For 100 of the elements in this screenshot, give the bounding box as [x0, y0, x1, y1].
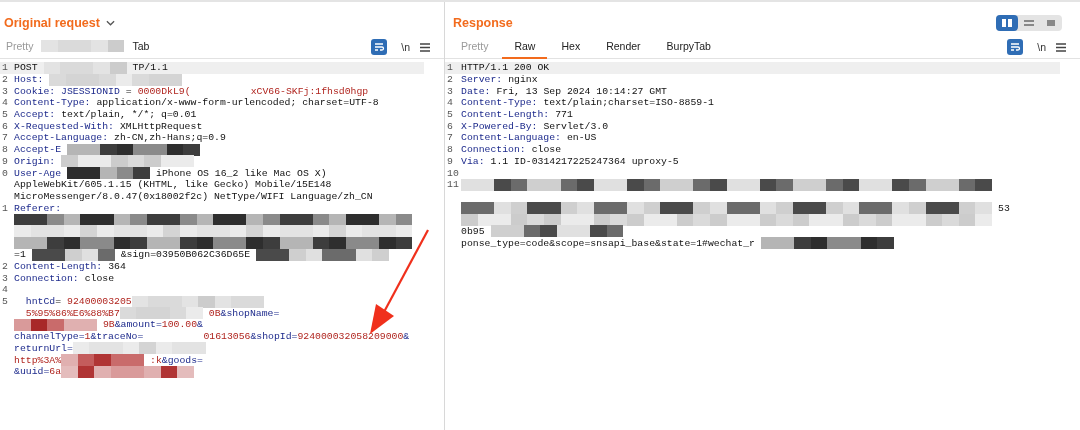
- line-number: 4: [2, 97, 8, 109]
- line-number: 1: [447, 62, 453, 74]
- code-text: nginx: [508, 74, 538, 86]
- code-text: xCV66-SKFj:1fhsd0hgp: [250, 85, 369, 97]
- menu-icon[interactable]: [1056, 42, 1066, 52]
- code-text: Connection:: [14, 272, 79, 284]
- code-text: &amount=: [114, 319, 162, 331]
- code-text: &shopId=: [250, 331, 298, 343]
- line-number: 4: [447, 97, 453, 109]
- editor-tab[interactable]: Raw: [502, 35, 548, 59]
- code-text: en-US: [566, 132, 597, 144]
- code-text: =1: [14, 249, 26, 261]
- code-text: close: [531, 144, 562, 156]
- code-text: =: [55, 296, 62, 308]
- line-number: 2: [2, 74, 8, 86]
- code-text: 1: [84, 331, 91, 343]
- editor-tab[interactable]: BurpyTab: [654, 35, 723, 59]
- code-text: &goods=: [161, 354, 203, 366]
- chevron-down-icon[interactable]: [105, 20, 115, 26]
- line-number: 6: [2, 120, 8, 132]
- editor-tab[interactable]: Tab: [130, 35, 152, 59]
- code-text: 6a: [49, 366, 62, 378]
- code-text: zh-CN,zh-Hans;q=0.9: [114, 132, 226, 144]
- code-text: returnUrl=: [14, 342, 73, 354]
- menu-icon[interactable]: [420, 42, 430, 52]
- code-text: Accept-E: [14, 144, 62, 156]
- code-text: 0000DkL9(: [137, 85, 191, 97]
- code-text: 0b95: [461, 225, 485, 237]
- line-number: 11: [447, 179, 459, 191]
- line-number: 4: [2, 284, 8, 296]
- code-text: Fri, 13 Sep 2024 10:14:27 GMT: [496, 85, 667, 97]
- newline-toggle[interactable]: \n: [401, 41, 410, 53]
- code-text: 100.00: [161, 319, 198, 331]
- line-number: 7: [2, 132, 8, 144]
- square-icon: [1046, 19, 1056, 27]
- line-number: 1: [2, 202, 8, 214]
- line-number: 3: [447, 85, 453, 97]
- code-text: Origin:: [14, 155, 56, 167]
- code-text: :k: [150, 354, 162, 366]
- line-number: 9: [447, 155, 453, 167]
- code-text: Referer:: [14, 202, 62, 214]
- line-number: 5: [447, 109, 453, 121]
- code-text: Host:: [14, 74, 44, 86]
- line-number: 2: [2, 261, 8, 273]
- code-text: iPhone OS 16_2 like Mac OS X): [156, 167, 327, 179]
- code-text: text/plain;charset=ISO-8859-1: [543, 97, 714, 109]
- editor-tab[interactable]: Hex: [549, 35, 593, 59]
- line-number: 1: [2, 62, 8, 74]
- code-text: 924000032058209000: [297, 331, 404, 343]
- line-number: 8: [2, 144, 8, 156]
- code-text: User-Age: [14, 167, 62, 179]
- code-text: &shopName=: [220, 307, 280, 319]
- panel-title: Original request: [4, 16, 100, 30]
- code-text: Servlet/3.0: [543, 120, 609, 132]
- code-text: Server:: [461, 74, 503, 86]
- line-number: 5: [2, 109, 8, 121]
- code-text: HTTP/1.1 200 OK: [461, 62, 550, 74]
- line-number: 3: [2, 272, 8, 284]
- code-text: Accept:: [14, 109, 56, 121]
- code-text: channelType=: [14, 331, 85, 343]
- code-text: AppleWebKit/605.1.15 (KHTML, like Gecko) Mobile/15E148: [14, 179, 332, 191]
- code-text: Content-Length:: [14, 261, 103, 273]
- line-number: 7: [447, 132, 453, 144]
- editor-tab[interactable]: Render: [594, 35, 653, 59]
- code-text: &: [197, 319, 203, 331]
- code-text: Content-Type:: [461, 97, 538, 109]
- newline-toggle[interactable]: \n: [1037, 41, 1046, 53]
- code-text: Content-Length:: [461, 109, 550, 121]
- code-text: &: [403, 331, 410, 343]
- code-text: Cookie: JSESSIONID: [14, 85, 120, 97]
- layout-toggle-button[interactable]: [996, 15, 1018, 31]
- code-text: application/x-www-form-urlencoded; charset=UTF-8: [96, 97, 379, 109]
- code-text: &traceNo=: [90, 331, 144, 343]
- wrap-icon[interactable]: [371, 39, 388, 55]
- columns-icon: [1002, 19, 1012, 27]
- wrap-icon[interactable]: [1007, 39, 1024, 55]
- line-number: 2: [447, 74, 453, 86]
- line-number: 3: [2, 85, 8, 97]
- code-text: 9B: [102, 319, 115, 331]
- code-text: 53: [998, 202, 1010, 214]
- line-number: 5: [2, 296, 8, 308]
- code-text: XMLHttpRequest: [119, 120, 203, 132]
- code-text: &uuid=: [14, 366, 50, 378]
- line-number: 6: [447, 120, 453, 132]
- code-text: Date:: [461, 85, 491, 97]
- code-text: ponse_type=code&scope=snsapi_base&state=1#wechat_r: [461, 237, 755, 249]
- code-text: 1.1 ID-0314217225247364 uproxy-5: [490, 155, 679, 167]
- code-text: 01613056: [203, 331, 251, 343]
- code-text: 364: [108, 261, 126, 273]
- code-text: http%3A%: [14, 354, 62, 366]
- code-text: X-Powered-By:: [461, 120, 538, 132]
- code-text: Connection:: [461, 144, 526, 156]
- code-text: MicroMessenger/8.0.47(0x18002f2c) NetType/WIFI Language/zh_CN: [14, 190, 373, 202]
- code-text: close: [84, 272, 115, 284]
- code-text: 5%95%86%E6%88%B7: [24, 307, 120, 319]
- code-text: Content-Type:: [14, 97, 91, 109]
- code-text: X-Requested-With:: [14, 120, 114, 132]
- panel-title: Response: [453, 16, 513, 30]
- code-text: 92400003205: [67, 296, 132, 308]
- code-text: hntCd: [24, 296, 56, 308]
